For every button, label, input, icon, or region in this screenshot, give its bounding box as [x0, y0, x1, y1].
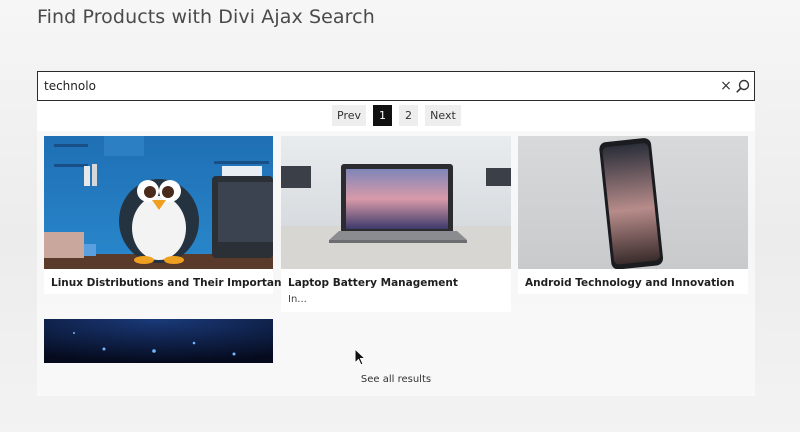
result-title[interactable]: Laptop Battery Management — [288, 277, 458, 289]
search-box[interactable]: × — [37, 71, 755, 101]
mouse-cursor-icon — [354, 348, 367, 366]
search-input[interactable] — [44, 77, 684, 95]
result-title[interactable]: Linux Distributions and Their Importance — [51, 277, 295, 289]
result-card[interactable]: Android Technology and Innovation — [518, 136, 748, 294]
laptop-image[interactable] — [281, 136, 511, 269]
particles-image[interactable] — [44, 319, 273, 363]
result-card[interactable]: Linux Distributions and Their Importance — [44, 136, 295, 294]
prev-page-button[interactable]: Prev — [332, 105, 366, 126]
pagination: Prev 1 2 Next — [37, 101, 755, 131]
page-title: Find Products with Divi Ajax Search — [37, 6, 375, 28]
clear-icon[interactable]: × — [719, 77, 733, 95]
result-card[interactable]: Laptop Battery Management In... — [281, 136, 511, 312]
next-page-button[interactable]: Next — [425, 105, 461, 126]
page-1-button[interactable]: 1 — [373, 105, 392, 126]
search-icon[interactable] — [736, 79, 750, 93]
smartphone-image[interactable] — [518, 136, 748, 269]
result-card[interactable] — [44, 319, 273, 363]
results-panel: Prev 1 2 Next Linux Distributions and Th… — [37, 101, 755, 396]
result-excerpt: In... — [288, 294, 307, 305]
page-2-button[interactable]: 2 — [399, 105, 418, 126]
result-title[interactable]: Android Technology and Innovation — [525, 277, 734, 289]
see-all-results-link[interactable]: See all results — [37, 363, 755, 396]
penguin-image[interactable] — [44, 136, 273, 269]
